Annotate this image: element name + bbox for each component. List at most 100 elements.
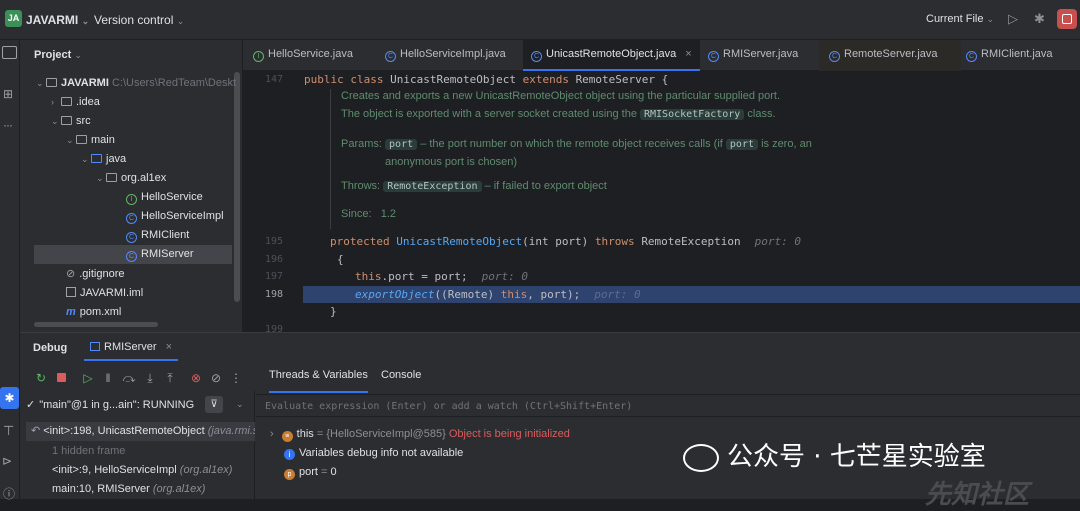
corner-watermark: 先知社区	[925, 480, 1030, 510]
frame-row-selected[interactable]: ↶ <init>:198, UnicastRemoteObject (java.r…	[26, 422, 255, 441]
view-breakpoints-icon[interactable]: ⊗	[189, 371, 203, 385]
javadoc-line: The object is exported with a server soc…	[341, 108, 776, 120]
line-number: 199	[264, 324, 283, 332]
tree-item-package[interactable]: ⌄ org.al1ex	[96, 169, 166, 188]
code-editor[interactable]: 147 195 196 197 198 199 public class Uni…	[243, 71, 1080, 332]
chevron-down-icon: ⌄	[96, 173, 104, 183]
frame-row[interactable]: <init>:9, HelloServiceImpl (org.al1ex)	[52, 461, 232, 480]
project-badge[interactable]: JA	[5, 10, 22, 27]
more-options-icon[interactable]: ⋮	[229, 371, 243, 385]
title-bar: JA JAVARMI ⌄ Version control ⌄ Current F…	[0, 0, 1080, 40]
more-tools-icon[interactable]: ···	[3, 118, 13, 132]
step-into-icon[interactable]: ⤓	[143, 371, 157, 385]
debug-tool-icon[interactable]: ✱	[0, 387, 19, 409]
interface-icon: I	[126, 194, 137, 205]
class-icon: C	[531, 51, 542, 62]
folder-icon	[76, 135, 87, 144]
javadoc-params-cont: anonymous port is chosen)	[385, 156, 518, 168]
folder-icon	[61, 97, 72, 106]
tree-item-helloserviceimpl[interactable]: C HelloServiceImpl	[126, 207, 224, 226]
run-config-selector[interactable]: Current File ⌄	[926, 13, 994, 25]
class-icon: C	[708, 51, 719, 62]
line-number: 198	[264, 289, 283, 300]
tree-item-idea[interactable]: › .idea	[51, 93, 100, 112]
class-icon: C	[385, 51, 396, 62]
wechat-watermark: 公众号 · 七芒星实验室	[683, 438, 986, 474]
resume-icon[interactable]: ▷	[81, 371, 95, 385]
project-name[interactable]: JAVARMI ⌄	[26, 13, 89, 27]
source-folder-icon	[91, 154, 102, 163]
tab-helloserviceimpl[interactable]: C HelloServiceImpl.java	[385, 40, 506, 71]
tree-item-rmiserver[interactable]: C RMIServer	[34, 245, 232, 264]
class-icon: C	[126, 251, 137, 262]
frame-icon: ↶	[31, 425, 41, 437]
tree-item-pom[interactable]: m pom.xml	[66, 303, 121, 322]
chevron-down-icon[interactable]: ⌄	[236, 399, 244, 410]
rerun-icon[interactable]: ↻	[34, 371, 48, 385]
javadoc-line: Creates and exports a new UnicastRemoteO…	[341, 90, 781, 102]
stop-button[interactable]	[1057, 9, 1077, 29]
line-number: 197	[264, 271, 283, 282]
frame-row[interactable]: main:10, RMIServer (org.al1ex)	[52, 480, 205, 499]
tree-item-iml[interactable]: JAVARMI.iml	[66, 284, 143, 303]
frame-row[interactable]: 1 hidden frame	[52, 442, 125, 461]
checkmark-icon: ✓	[26, 399, 36, 411]
close-tab-icon[interactable]: ×	[685, 48, 691, 60]
tree-item-rmiclient[interactable]: C RMIClient	[126, 226, 189, 245]
interface-icon: I	[253, 51, 264, 62]
variable-row[interactable]: p port = 0	[284, 463, 337, 481]
folder-icon	[61, 116, 72, 125]
tree-item-java[interactable]: ⌄ java	[81, 150, 126, 169]
stop-icon[interactable]	[54, 371, 68, 385]
class-icon: C	[829, 51, 840, 62]
version-control-menu[interactable]: Version control ⌄	[94, 13, 184, 27]
package-icon	[106, 173, 117, 182]
debug-icon[interactable]: ✱	[1034, 11, 1045, 27]
chevron-down-icon: ⌄	[66, 135, 74, 145]
step-out-icon[interactable]: ⤒	[163, 371, 177, 385]
horizontal-scrollbar[interactable]	[34, 322, 158, 327]
inlay-hint: port: 0	[594, 288, 641, 301]
code-line-195: protected UnicastRemoteObject(int port) …	[330, 235, 802, 248]
maven-icon: m	[66, 306, 76, 318]
tree-item-gitignore[interactable]: ⊘ .gitignore	[66, 265, 124, 284]
code-line-197: this.port = port; port: 0	[355, 270, 528, 283]
ignore-file-icon: ⊘	[66, 268, 76, 280]
variable-row[interactable]: › ≡ this = {HelloServiceImpl@585} Object i…	[270, 425, 570, 443]
mute-breakpoints-icon[interactable]: ⊘	[209, 371, 223, 385]
tab-console[interactable]: Console	[381, 369, 421, 381]
tab-unicastremoteobject[interactable]: C UnicastRemoteObject.java ×	[523, 40, 700, 71]
filter-frames-button[interactable]: ⊽	[205, 396, 223, 413]
chevron-down-icon: ⌄	[74, 50, 82, 60]
code-line-199: }	[330, 305, 337, 318]
step-over-icon[interactable]: ⤼	[122, 371, 136, 385]
problems-tool-icon[interactable]: ⓘ	[3, 485, 15, 502]
debug-session-tab[interactable]: RMIServer ×	[84, 333, 179, 361]
chevron-down-icon: ⌄	[51, 116, 59, 126]
close-tab-icon[interactable]: ×	[166, 341, 172, 353]
build-tool-icon[interactable]: ⊤	[3, 423, 14, 439]
project-panel-title[interactable]: Project ⌄	[34, 49, 82, 61]
variable-info-row: i Variables debug info not available	[284, 444, 463, 462]
project-tool-icon[interactable]	[2, 46, 17, 59]
run-icon[interactable]: ▷	[1008, 11, 1018, 27]
project-scrollbar[interactable]	[234, 72, 240, 302]
chevron-right-icon: ›	[270, 428, 274, 440]
structure-tool-icon[interactable]: ⊞	[3, 87, 13, 101]
tree-item-helloservice[interactable]: I HelloService	[126, 188, 203, 207]
class-icon: C	[126, 232, 137, 243]
tree-item-root[interactable]: ⌄ JAVARMI C:\Users\RedTeam\Desktop	[36, 74, 236, 93]
tree-item-src[interactable]: ⌄ src	[51, 112, 91, 131]
chevron-down-icon: ⌄	[176, 16, 185, 26]
pause-icon[interactable]: ‖	[101, 371, 115, 385]
tab-rmiclient[interactable]: C RMIClient.java	[966, 40, 1053, 71]
evaluate-expression-input[interactable]: Evaluate expression (Enter) or add a wat…	[256, 394, 1080, 417]
tree-item-main[interactable]: ⌄ main	[66, 131, 115, 150]
inlay-hint: port: 0	[481, 270, 528, 283]
tab-remoteserver[interactable]: C RemoteServer.java	[819, 40, 961, 71]
chevron-down-icon: ⌄	[81, 154, 89, 164]
services-tool-icon[interactable]: ⊳	[2, 454, 12, 468]
tab-helloservice[interactable]: I HelloService.java	[253, 40, 353, 71]
tab-rmiserver[interactable]: C RMIServer.java	[708, 40, 798, 71]
tab-threads-variables[interactable]: Threads & Variables	[269, 369, 368, 393]
